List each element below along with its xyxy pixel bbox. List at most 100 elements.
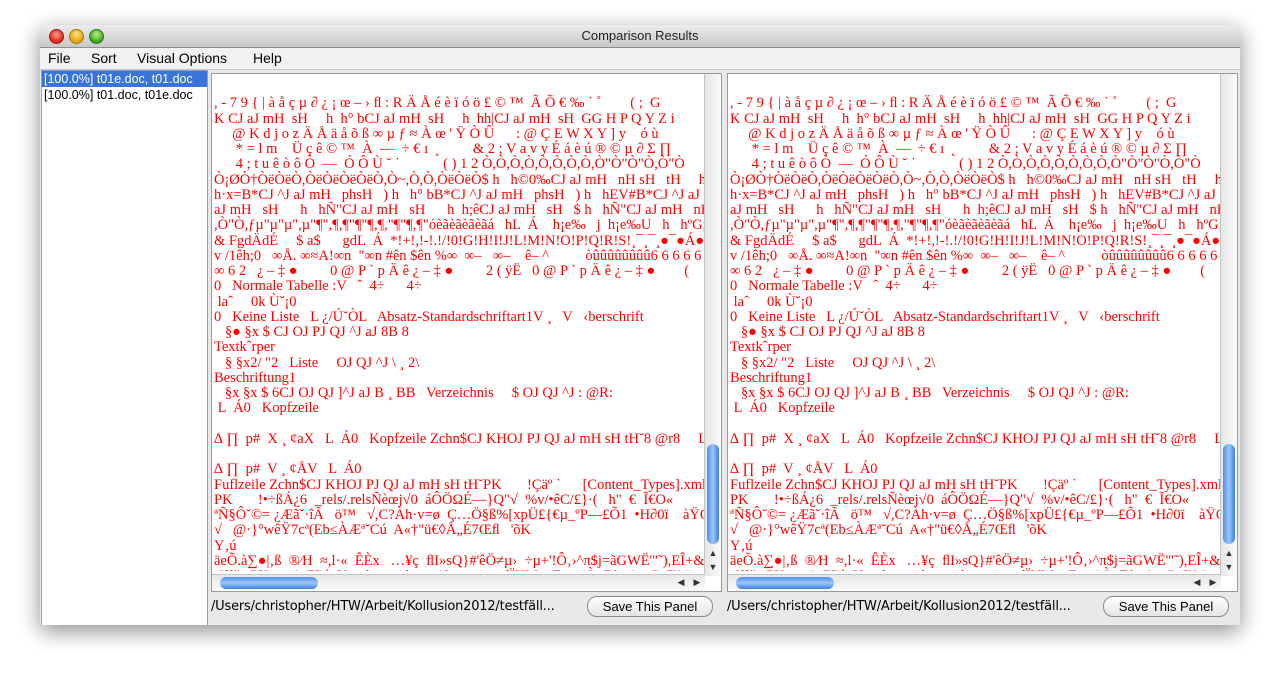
- save-left-panel-button[interactable]: Save This Panel: [587, 596, 713, 617]
- content-line: [214, 417, 704, 432]
- content-line: L Á0 Kopfzeile: [730, 400, 835, 417]
- content-line: 4 ; t u ê ò ô Ò — Ó Ô Ù ˘ ˙ ( ) 1 2 Ò,Ò,…: [214, 156, 685, 173]
- content-line: 8˜˜˘ PK !.,ZI'ó U theme/theme/theme1.xml…: [730, 568, 1220, 571]
- content-line: & FgdÄdÉ $ a$ gdL Á *!+!,!-!.!/!0!G!H!I!…: [730, 232, 1220, 249]
- menu-sort[interactable]: Sort: [91, 50, 117, 66]
- content-line: h·x=B*CJ ^J aJ mH phsH ) h h° bB*CJ ^J a…: [214, 186, 704, 203]
- content-line: ˘: [214, 73, 219, 86]
- comparison-results-window: Comparison Results File Sort Visual Opti…: [40, 25, 1240, 625]
- content-line: §x §x $ 6CJ OJ QJ ]^J aJ B ¸ BB Verzeich…: [214, 385, 613, 401]
- save-right-panel-button[interactable]: Save This Panel: [1103, 596, 1229, 617]
- content-line: [730, 447, 1220, 462]
- right-comparison-panel: ˘ , - 7 9 { | à å ç µ ∂ ¿ ¡ œ – › ﬂ : R Ä…: [727, 73, 1238, 623]
- menu-file[interactable]: File: [48, 50, 71, 66]
- content-line: √ @·}°wêŸ7cª(Eb≤ÀÆª˘Cú A«†"ü€◊Å„É7Œﬂ 'õK: [214, 522, 532, 539]
- content-line: ∆ ∏ p# X ¸ ¢aX L Á0 Kopfzeile Zchn$CJ KH…: [730, 430, 1220, 447]
- content-line: K CJ aJ mH sH h h° bCJ aJ mH sH h hh|CJ …: [214, 110, 675, 127]
- left-text-area[interactable]: ˘ , - 7 9 { | à å ç µ ∂ ¿ ¡ œ – › ﬂ : R Ä…: [211, 73, 722, 592]
- content-line: ªÑ§Ô˘©= ¿Æã˘·îÃ ö™ √,C?Àh·v=ø Ç…Ö§ß%[xpÜ…: [730, 507, 1220, 523]
- content-line: laˆ 0k Ù˘¡0: [730, 293, 813, 310]
- left-horizontal-scrollbar[interactable]: ◀ ▶: [212, 574, 705, 591]
- content-line: * = l m Ü ç ê © ™ À — ÷ € ı ˛ & 2 ; V a …: [214, 141, 672, 157]
- left-horizontal-scroll-thumb[interactable]: [220, 577, 318, 589]
- content-line: §● §x $ CJ OJ PJ QJ ^J aJ 8B 8: [214, 324, 409, 340]
- content-line: ∆ ∏ p# V ¸ ¢ÅV L Á0: [730, 461, 878, 478]
- right-vertical-scrollbar[interactable]: ▲ ▼: [1220, 74, 1237, 576]
- window-title: Comparison Results: [581, 28, 699, 43]
- scroll-left-arrow-icon[interactable]: ◀: [674, 577, 688, 588]
- content-line: * = l m Ü ç ê © ™ À — ÷ € ı ˛ & 2 ; V a …: [730, 141, 1188, 157]
- content-line: 0 Normale Tabelle :V ˆ 4÷ 4÷: [730, 278, 938, 295]
- content-line: Textkˆrper: [214, 339, 275, 356]
- left-file-path: /Users/christopher/HTW/Arbeit/Kollusion2…: [211, 599, 555, 614]
- content-line: Beschriftung1: [730, 369, 813, 386]
- content-line: & FgdÄdÉ $ a$ gdL Á *!+!,!-!.!/!0!G!H!I!…: [214, 232, 704, 249]
- right-file-path: /Users/christopher/HTW/Arbeit/Kollusion2…: [727, 599, 1071, 614]
- content-line: L Á0 Kopfzeile: [214, 400, 319, 417]
- left-vertical-scrollbar[interactable]: ▲ ▼: [704, 74, 721, 576]
- content-line: Fuflzeile Zchn$CJ KHOJ PJ QJ aJ mH sH tH…: [730, 476, 1220, 493]
- content-line: [214, 447, 704, 462]
- content-line: Ò¡ØÒ†ÒëÒëÒ,ÒëÒëÒëÒëÒ,Ò~,Ò,Ò,ÒëÒëÒ$ h h©0…: [730, 171, 1220, 188]
- right-horizontal-scrollbar[interactable]: ◀ ▶: [728, 574, 1221, 591]
- title-bar[interactable]: Comparison Results: [40, 25, 1240, 48]
- content-line: ∞ 6 2 ¿ – ‡ ● 0 @ P ` p Ä ê ¿ – ‡ ● 2 ( …: [214, 263, 690, 279]
- scroll-left-arrow-icon[interactable]: ◀: [1190, 577, 1204, 588]
- scroll-down-arrow-icon[interactable]: ▼: [1222, 562, 1236, 572]
- content-line: ˘: [730, 73, 735, 86]
- content-line: v /1êh;0 ∞Å. ∞≈A!∞n "∞n #ên $ên %∞ ∞– ∞–…: [214, 247, 704, 264]
- left-vertical-scroll-thumb[interactable]: [707, 444, 719, 544]
- content-line: Y‚ú: [730, 537, 753, 554]
- scroll-right-arrow-icon[interactable]: ▶: [690, 577, 704, 588]
- content-line: √ @·}°wêŸ7cª(Eb≤ÀÆª˘Cú A«†"ü€◊Å„É7Œﬂ 'õK: [730, 522, 1048, 539]
- content-line: Ò¡ØÒ†ÒëÒëÒ,ÒëÒëÒëÒëÒ,Ò~,Ò,Ò,ÒëÒëÒ$ h h©0…: [214, 171, 704, 188]
- content-line: ,Ò"Ò,ƒµ"µ"µ",µ"¶",¶,¶"¶"¶,¶,"¶"¶,¶"óèãèã…: [214, 217, 704, 234]
- content-line: Beschriftung1: [214, 369, 297, 386]
- content-line: Y‚ú: [214, 537, 237, 554]
- content-line: §● §x $ CJ OJ PJ QJ ^J aJ 8B 8: [730, 324, 925, 340]
- content-line: laˆ 0k Ù˘¡0: [214, 293, 297, 310]
- results-list-item[interactable]: [100.0%] t01.doc, t01e.doc: [42, 87, 207, 103]
- content-line: ∆ ∏ p# V ¸ ¢ÅV L Á0: [214, 461, 362, 478]
- content-line: 0 Normale Tabelle :V ˆ 4÷ 4÷: [214, 278, 422, 295]
- content-line: , - 7 9 { | à å ç µ ∂ ¿ ¡ œ – › ﬂ : R Ä …: [214, 95, 661, 112]
- content-line: aJ mH sH h hÑ"CJ aJ mH sH h h;êCJ aJ mH …: [730, 202, 1220, 218]
- content-line: ªÑ§Ô˘©= ¿Æã˘·îÃ ö™ √,C?Àh·v=ø Ç…Ö§ß%[xpÜ…: [214, 507, 704, 523]
- content-line: v /1êh;0 ∞Å. ∞≈A!∞n "∞n #ên $ên %∞ ∞– ∞–…: [730, 247, 1220, 264]
- right-document-content: ˘ , - 7 9 { | à å ç µ ∂ ¿ ¡ œ – › ﬂ : R Ä…: [730, 73, 1220, 571]
- results-list: [100.0%] t01e.doc, t01.doc [100.0%] t01.…: [41, 70, 208, 625]
- content-line: Textkˆrper: [730, 339, 791, 356]
- scroll-up-arrow-icon[interactable]: ▲: [706, 548, 720, 558]
- content-line: 8˜˜˘ PK !.,ZI'ó U theme/theme/theme1.xml…: [214, 568, 704, 571]
- scroll-right-arrow-icon[interactable]: ▶: [1206, 577, 1220, 588]
- scroll-up-arrow-icon[interactable]: ▲: [1222, 548, 1236, 558]
- content-line: ∞ 6 2 ¿ – ‡ ● 0 @ P ` p Ä ê ¿ – ‡ ● 2 ( …: [730, 263, 1206, 279]
- content-line: ,Ò"Ò,ƒµ"µ"µ",µ"¶",¶,¶"¶"¶,¶,"¶"¶,¶"óèãèã…: [730, 217, 1220, 234]
- content-line: §x §x $ 6CJ OJ QJ ]^J aJ B ¸ BB Verzeich…: [730, 385, 1129, 401]
- content-line: äeÕ.à∑●|‚ß ®⁄H ≈,l·« ÊÈx …¥ç ﬂI»sQ}#'êÖ≠…: [730, 552, 1220, 569]
- left-document-content: ˘ , - 7 9 { | à å ç µ ∂ ¿ ¡ œ – › ﬂ : R Ä…: [214, 73, 704, 571]
- right-horizontal-scroll-thumb[interactable]: [736, 577, 834, 589]
- content-line: h·x=B*CJ ^J aJ mH phsH ) h h° bB*CJ ^J a…: [730, 186, 1220, 203]
- content-line: K CJ aJ mH sH h h° bCJ aJ mH sH h hh|CJ …: [730, 110, 1191, 127]
- content-line: PK !•÷ßÁ¿6 _rels/.relsÑèœj√0 áÔÖΩÉ—}Q"√ …: [214, 491, 674, 508]
- menu-visual-options[interactable]: Visual Options: [137, 50, 227, 66]
- content-line: PK !•÷ßÁ¿6 _rels/.relsÑèœj√0 áÔÖΩÉ—}Q"√ …: [730, 491, 1190, 508]
- left-comparison-panel: ˘ , - 7 9 { | à å ç µ ∂ ¿ ¡ œ – › ﬂ : R Ä…: [211, 73, 722, 623]
- right-text-area[interactable]: ˘ , - 7 9 { | à å ç µ ∂ ¿ ¡ œ – › ﬂ : R Ä…: [727, 73, 1238, 592]
- content-line: @ K d j o z Ä Å ä å õ ß ∞ µ ƒ ≈ À œ ' Ÿ …: [214, 125, 659, 142]
- content-line: äeÕ.à∑●|‚ß ®⁄H ≈,l·« ÊÈx …¥ç ﬂI»sQ}#'êÖ≠…: [214, 552, 704, 569]
- content-line: aJ mH sH h hÑ"CJ aJ mH sH h h;êCJ aJ mH …: [214, 202, 704, 218]
- content-line: ∆ ∏ p# X ¸ ¢aX L Á0 Kopfzeile Zchn$CJ KH…: [214, 430, 704, 447]
- content-line: 0 Keine Liste L ¿/Ú˘ÒL Absatz-Standardsc…: [214, 308, 644, 325]
- content-line: , - 7 9 { | à å ç µ ∂ ¿ ¡ œ – › ﬂ : R Ä …: [730, 95, 1177, 112]
- content-line: § §x2/ "2 Liste OJ QJ ^J \ ¸ 2\: [730, 354, 936, 371]
- results-list-item[interactable]: [100.0%] t01e.doc, t01.doc: [42, 71, 207, 87]
- scroll-down-arrow-icon[interactable]: ▼: [706, 562, 720, 572]
- right-vertical-scroll-thumb[interactable]: [1223, 444, 1235, 544]
- content-line: Fuflzeile Zchn$CJ KHOJ PJ QJ aJ mH sH tH…: [214, 476, 704, 493]
- menu-help[interactable]: Help: [253, 50, 282, 66]
- content-line: § §x2/ "2 Liste OJ QJ ^J \ ¸ 2\: [214, 354, 420, 371]
- menu-bar: File Sort Visual Options Help: [40, 48, 1240, 70]
- content-line: 0 Keine Liste L ¿/Ú˘ÒL Absatz-Standardsc…: [730, 308, 1160, 325]
